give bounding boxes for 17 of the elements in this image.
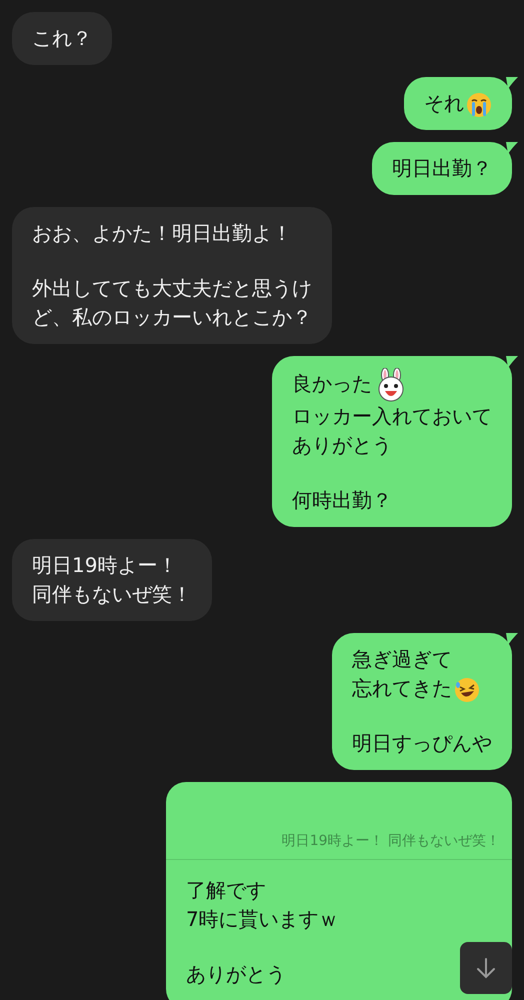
message-text: 何時出勤？ <box>292 487 392 514</box>
laughing-face-icon <box>454 676 480 703</box>
message-text: それ <box>424 89 492 118</box>
message-text: 明日出勤？ <box>392 155 492 182</box>
message-text: 急ぎ過ぎて 忘れてきた <box>352 645 480 703</box>
scroll-down-button[interactable] <box>460 942 512 994</box>
message-text: 外出してても大丈夫だと思うけ ど、私のロッカーいれとこか？ <box>32 275 312 331</box>
crying-face-icon <box>466 92 492 118</box>
message-text: 明日すっぴんや <box>352 730 492 757</box>
message-text: ありがとう <box>186 961 286 988</box>
message-text: 明日19時よー！ 同伴もないぜ笑！ <box>32 552 192 608</box>
message-text: おお、よかた！明日出勤よ！ <box>32 220 292 247</box>
quoted-message: 明日19時よー！ 同伴もないぜ笑！ <box>282 832 500 851</box>
message-text: 了解です 7時に貰いますｗ <box>186 877 339 933</box>
message-text: これ？ <box>32 25 92 52</box>
down-arrow-icon <box>474 956 498 980</box>
message-text: 良かった ロッカー入れておいて ありがとう <box>292 368 492 460</box>
